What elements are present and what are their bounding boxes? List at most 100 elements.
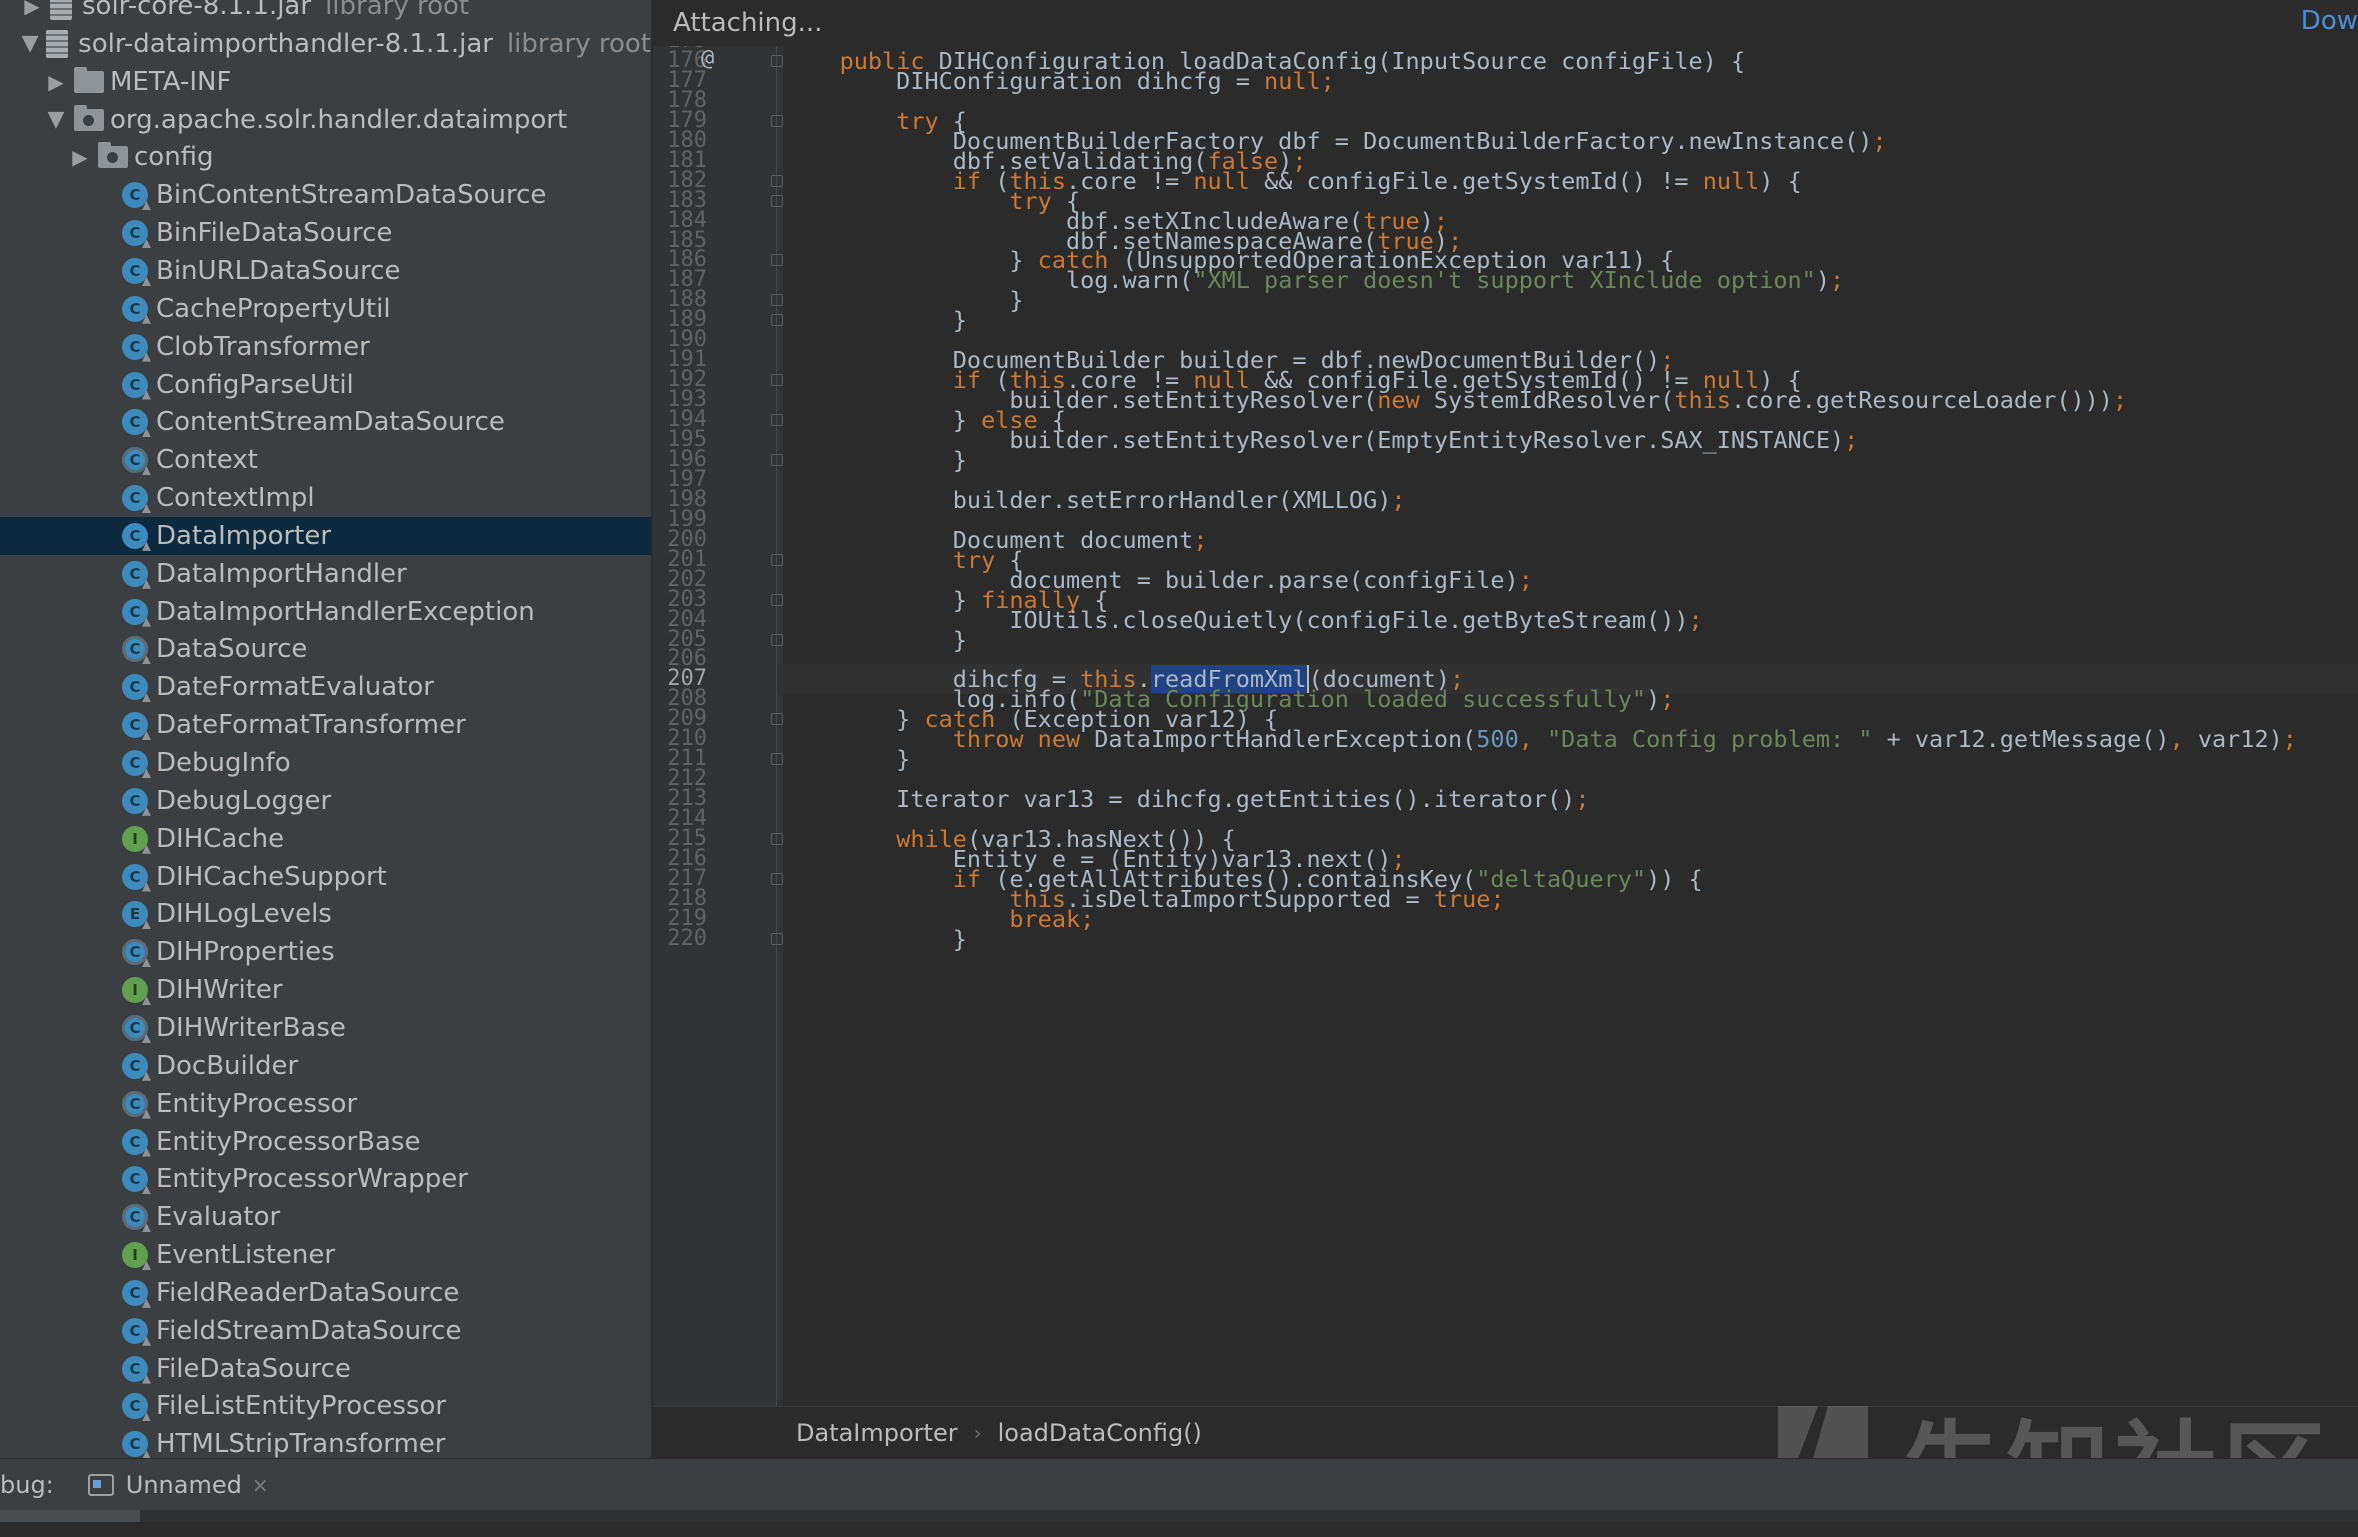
- tree-item[interactable]: C FileDataSource: [0, 1350, 651, 1388]
- breadcrumb: DataImporter › loadDataConfig(): [653, 1406, 2358, 1459]
- fold-marker-icon[interactable]: [771, 453, 783, 466]
- tree-item[interactable]: C ConfigParseUtil: [0, 366, 651, 404]
- fold-marker-icon[interactable]: [771, 414, 783, 427]
- debug-tool-window-bar: bug: Unnamed ×: [0, 1458, 2358, 1511]
- folder-icon: [74, 66, 104, 93]
- fold-marker-icon[interactable]: [771, 872, 783, 885]
- fold-marker-icon[interactable]: [771, 374, 783, 387]
- tree-item[interactable]: C BinFileDataSource: [0, 214, 651, 252]
- tree-item-label: META-INF: [110, 66, 232, 97]
- tree-item[interactable]: C EntityProcessorBase: [0, 1123, 651, 1161]
- tree-item[interactable]: C EntityProcessorWrapper: [0, 1160, 651, 1198]
- tree-item[interactable]: E DIHLogLevels: [0, 895, 651, 933]
- expand-right-icon[interactable]: ▶: [68, 145, 92, 169]
- editor-gutter[interactable]: 175176@177178179180181182183184185186187…: [653, 46, 783, 1406]
- fold-marker-icon[interactable]: [771, 593, 783, 606]
- tree-item[interactable]: C DataImportHandlerException: [0, 593, 651, 631]
- tree-item-label: DataImportHandler: [156, 558, 407, 589]
- tree-item[interactable]: C FileListEntityProcessor: [0, 1387, 651, 1425]
- tree-item[interactable]: C DebugLogger: [0, 782, 651, 820]
- class-icon: C: [122, 863, 148, 890]
- fold-marker-icon[interactable]: [771, 753, 783, 766]
- fold-marker-icon[interactable]: [771, 633, 783, 646]
- tree-item-label: DIHCacheSupport: [156, 861, 387, 892]
- fold-marker-icon[interactable]: [771, 194, 783, 207]
- tree-item[interactable]: C DocBuilder: [0, 1047, 651, 1085]
- expand-right-icon[interactable]: ▶: [20, 0, 44, 18]
- tree-item[interactable]: C DataSource: [0, 630, 651, 668]
- tree-item-label: DIHLogLevels: [156, 899, 332, 930]
- tree-item[interactable]: ▼ solr-dataimporthandler-8.1.1.jar library…: [0, 25, 651, 63]
- attaching-status: Attaching...: [673, 8, 823, 38]
- fold-marker-icon[interactable]: [771, 553, 783, 566]
- tree-item-label: FieldStreamDataSource: [156, 1315, 462, 1346]
- class-icon: C: [122, 674, 148, 701]
- tree-item-label: FileDataSource: [156, 1353, 351, 1384]
- breadcrumb-class[interactable]: DataImporter: [796, 1419, 958, 1447]
- download-link[interactable]: Dow: [2301, 6, 2358, 36]
- tree-item[interactable]: C DateFormatEvaluator: [0, 668, 651, 706]
- code-line[interactable]: }: [783, 924, 2358, 954]
- class-icon: C: [122, 371, 148, 398]
- class-icon: C: [122, 295, 148, 322]
- fold-marker-icon[interactable]: [771, 114, 783, 127]
- tree-item[interactable]: C DateFormatTransformer: [0, 706, 651, 744]
- tree-item[interactable]: I DIHWriter: [0, 971, 651, 1009]
- fold-marker-icon[interactable]: [771, 54, 783, 67]
- expand-right-icon[interactable]: ▶: [44, 70, 68, 94]
- tree-item[interactable]: C DataImportHandler: [0, 555, 651, 593]
- tree-item[interactable]: C DebugInfo: [0, 744, 651, 782]
- class-icon: C: [122, 1279, 148, 1306]
- tree-item[interactable]: C ContextImpl: [0, 479, 651, 517]
- tree-item[interactable]: C HTMLStripTransformer: [0, 1425, 651, 1458]
- tree-item[interactable]: C DIHWriterBase: [0, 1009, 651, 1047]
- tree-item[interactable]: C EntityProcessor: [0, 1085, 651, 1123]
- breadcrumb-method[interactable]: loadDataConfig(): [998, 1419, 1202, 1447]
- fold-marker-icon[interactable]: [771, 174, 783, 187]
- class-icon: C: [122, 485, 148, 512]
- abstract-class-icon: C: [122, 1090, 148, 1117]
- tree-item[interactable]: C FieldStreamDataSource: [0, 1312, 651, 1350]
- tree-item[interactable]: C CachePropertyUtil: [0, 290, 651, 328]
- fold-marker-icon[interactable]: [771, 833, 783, 845]
- class-icon: C: [122, 598, 148, 625]
- fold-marker-icon[interactable]: [771, 314, 783, 327]
- line-number[interactable]: 220: [653, 924, 707, 954]
- tree-item[interactable]: I EventListener: [0, 1236, 651, 1274]
- tree-item[interactable]: C BinURLDataSource: [0, 252, 651, 290]
- class-icon: C: [122, 522, 148, 549]
- fold-marker-icon[interactable]: [771, 713, 783, 726]
- tree-item-label: EntityProcessor: [156, 1088, 358, 1119]
- expand-down-icon[interactable]: ▼: [44, 107, 68, 132]
- tree-item[interactable]: C DIHProperties: [0, 933, 651, 971]
- tree-item[interactable]: C Context: [0, 441, 651, 479]
- library-root-label: library root: [325, 0, 470, 21]
- class-icon: C: [122, 409, 148, 436]
- fold-marker-icon[interactable]: [771, 932, 783, 945]
- tree-item[interactable]: ▶ solr-core-8.1.1.jar library root: [0, 0, 651, 25]
- tree-item-label: DIHWriterBase: [156, 1012, 346, 1043]
- tree-item[interactable]: C FieldReaderDataSource: [0, 1274, 651, 1312]
- debug-session-tab[interactable]: Unnamed ×: [87, 1471, 269, 1499]
- close-icon[interactable]: ×: [252, 1473, 269, 1497]
- project-tree[interactable]: ▶ solr-core-8.1.1.jar library root ▼ solr-da…: [0, 0, 653, 1458]
- fold-marker-icon[interactable]: [771, 254, 783, 267]
- tree-item[interactable]: ▼ org.apache.solr.handler.dataimport: [0, 101, 651, 139]
- tree-item-label: HTMLStripTransformer: [156, 1429, 446, 1458]
- code-token: }: [783, 924, 967, 953]
- class-icon: C: [122, 1431, 148, 1458]
- tree-item[interactable]: ▶ config: [0, 138, 651, 176]
- tree-item[interactable]: ▶ META-INF: [0, 63, 651, 101]
- tree-item[interactable]: C ContentStreamDataSource: [0, 403, 651, 441]
- tree-item[interactable]: C BinContentStreamDataSource: [0, 176, 651, 214]
- tree-item[interactable]: I DIHCache: [0, 820, 651, 858]
- expand-down-icon[interactable]: ▼: [20, 31, 40, 56]
- interface-icon: I: [122, 1242, 148, 1269]
- tree-item[interactable]: C DataImporter: [0, 516, 651, 555]
- tree-item[interactable]: C Evaluator: [0, 1198, 651, 1236]
- tree-item[interactable]: C DIHCacheSupport: [0, 858, 651, 896]
- code-editor[interactable]: public DIHConfiguration loadDataConfig(I…: [783, 46, 2358, 1406]
- abstract-class-icon: C: [122, 636, 148, 663]
- fold-marker-icon[interactable]: [771, 294, 783, 307]
- tree-item[interactable]: C ClobTransformer: [0, 328, 651, 366]
